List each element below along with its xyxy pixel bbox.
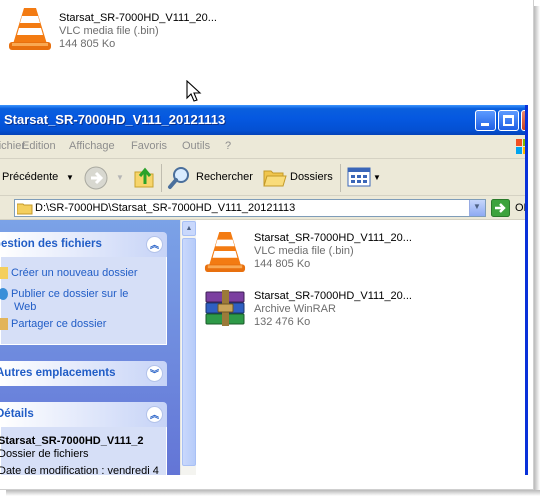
task-label: Publier ce dossier sur le [11,288,129,300]
search-icon [168,167,189,189]
explorer-window: Starsat_SR-7000HD_V111_20121113 Fichier … [0,105,528,475]
maximize-icon [503,115,514,126]
file-type: VLC media file (.bin) [254,245,354,257]
frame-shadow [534,6,540,494]
file-name: Starsat_SR-7000HD_V111_20... [59,12,217,24]
chevron-down-icon: ▼ [473,202,481,211]
forward-dropdown-icon[interactable]: ▼ [116,173,124,182]
file-item[interactable]: Starsat_SR-7000HD_V111_20... VLC media f… [204,228,444,278]
globe-icon [0,288,8,300]
views-icon[interactable] [347,167,371,187]
menu-affichage[interactable]: Affichage [69,140,115,152]
scrollbar-thumb[interactable] [182,238,196,466]
publish-web-task[interactable]: Publier ce dossier sur le [0,288,128,301]
vlc-cone-icon [204,231,246,273]
toolbar-separator [161,164,162,192]
details-header[interactable]: Détails ︽ [0,402,167,427]
file-type: VLC media file (.bin) [59,25,159,37]
collapse-icon[interactable]: ︽ [146,236,163,253]
views-dropdown-icon[interactable]: ▼ [373,173,381,182]
frame-shadow [6,490,540,496]
other-places-title: Autres emplacements [0,367,116,379]
mouse-cursor-icon [186,80,202,102]
toolbar-separator [340,164,341,192]
up-folder-icon[interactable] [133,166,157,190]
menu-edition[interactable]: Edition [22,140,56,152]
file-size: 144 805 Ko [59,38,116,50]
file-item[interactable]: Starsat_SR-7000HD_V111_20... Archive Win… [204,286,444,336]
details-name: Starsat_SR-7000HD_V111_2 [0,435,144,447]
new-folder-icon [0,267,8,279]
address-field[interactable]: D:\SR-7000HD\Starsat_SR-7000HD_V111_2012… [14,199,486,217]
forward-button-icon[interactable] [84,166,108,190]
folder-icon [17,203,33,215]
expand-icon[interactable]: ︾ [146,365,163,382]
title-bar[interactable]: Starsat_SR-7000HD_V111_20121113 [0,105,525,135]
file-labels: Starsat_SR-7000HD_V111_20... Archive Win… [254,290,412,329]
close-button[interactable] [521,110,525,131]
desktop-file[interactable]: Starsat_SR-7000HD_V111_20... VLC media f… [8,6,238,58]
file-tasks-title: Gestion des fichiers [0,238,102,250]
menu-outils[interactable]: Outils [182,140,210,152]
go-button[interactable]: OK [515,202,525,214]
details-title: Détails [0,408,34,420]
toolbar: Précédente ▼ ▼ Rechercher Dossiers ▼ [0,159,525,196]
task-label: Partager ce dossier [11,318,107,330]
address-dropdown-button[interactable]: ▼ [469,200,485,216]
menu-bar: Fichier Edition Affichage Favoris Outils… [0,135,525,159]
menu-help[interactable]: ? [225,140,231,152]
task-label: Web [14,301,37,313]
new-folder-task[interactable]: Créer un nouveau dossier [0,267,138,280]
folders-button[interactable]: Dossiers [290,171,333,183]
task-pane: Gestion des fichiers ︽ Créer un nouveau … [0,220,195,475]
share-hand-icon [0,318,8,330]
file-tasks-panel: Créer un nouveau dossier Publier ce doss… [0,257,167,345]
menu-favoris[interactable]: Favoris [131,140,167,152]
window-title: Starsat_SR-7000HD_V111_20121113 [4,112,226,127]
folders-icon [263,170,287,187]
file-name: Starsat_SR-7000HD_V111_20... [254,232,412,244]
details-modified: Date de modification : vendredi 4 [0,465,159,475]
file-tasks-header[interactable]: Gestion des fichiers ︽ [0,232,167,257]
file-size: 144 805 Ko [254,258,311,270]
file-labels: Starsat_SR-7000HD_V111_20... VLC media f… [254,232,412,271]
minimize-button[interactable] [475,110,496,131]
scroll-up-icon[interactable]: ▲ [182,221,196,236]
maximize-button[interactable] [498,110,519,131]
details-panel: Starsat_SR-7000HD_V111_2 Dossier de fich… [0,427,167,475]
file-name: Starsat_SR-7000HD_V111_20... [254,290,412,302]
details-type: Dossier de fichiers [0,448,89,460]
winrar-archive-icon [205,290,245,326]
file-size: 132 476 Ko [254,316,311,328]
back-dropdown-icon[interactable]: ▼ [66,173,74,182]
address-bar: D:\SR-7000HD\Starsat_SR-7000HD_V111_2012… [0,196,525,220]
minimize-icon [481,123,489,126]
desktop-file-labels: Starsat_SR-7000HD_V111_20... VLC media f… [59,12,217,51]
search-button[interactable]: Rechercher [196,171,253,183]
publish-web-task-line2[interactable]: Web [14,301,36,314]
vlc-cone-icon [9,8,51,50]
other-places-header[interactable]: Autres emplacements ︾ [0,361,167,386]
task-label: Créer un nouveau dossier [11,267,138,279]
collapse-icon[interactable]: ︽ [146,406,163,423]
windows-logo-icon [516,139,525,154]
task-pane-scrollbar[interactable]: ▲ [180,220,196,475]
back-button[interactable]: Précédente [2,171,58,183]
go-arrow-icon[interactable] [491,199,510,217]
file-list: Starsat_SR-7000HD_V111_20... VLC media f… [196,220,525,475]
share-folder-task[interactable]: Partager ce dossier [0,318,106,331]
file-type: Archive WinRAR [254,303,336,315]
address-path: D:\SR-7000HD\Starsat_SR-7000HD_V111_2012… [35,202,296,214]
